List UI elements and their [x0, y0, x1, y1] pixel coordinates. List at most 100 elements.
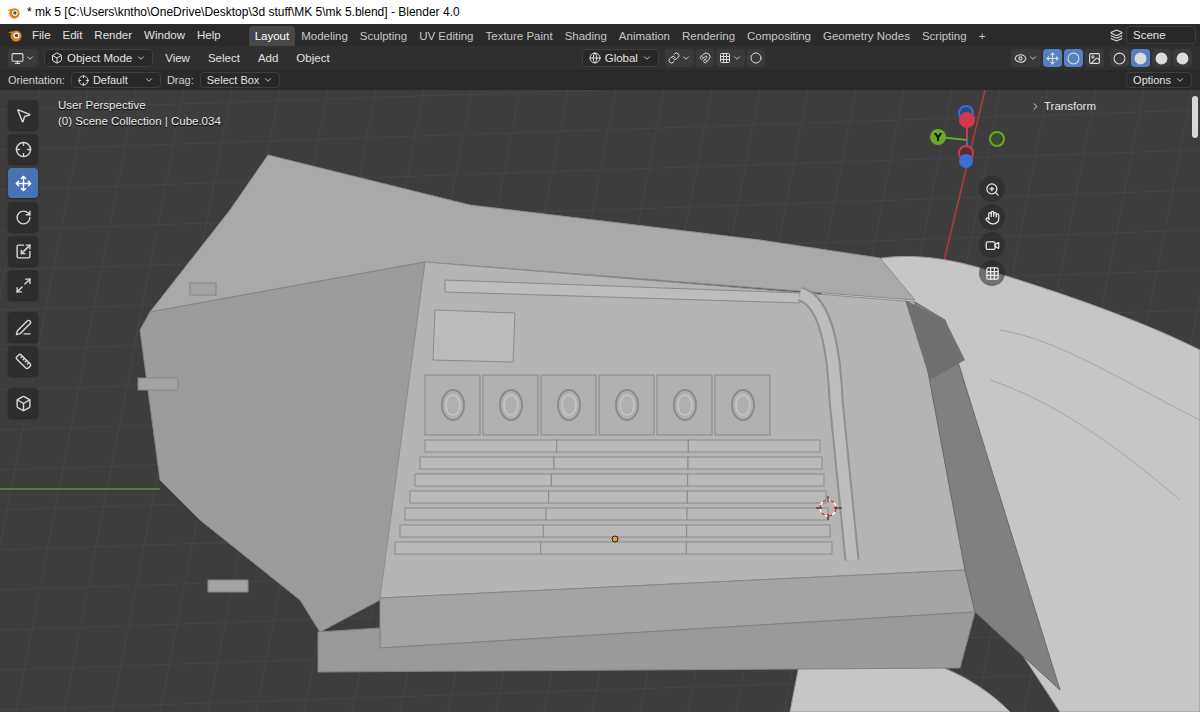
3d-viewport[interactable]: User Perspective(0) Scene Collection | C…	[0, 90, 1200, 712]
transform-panel-header[interactable]: Transform	[1026, 98, 1100, 114]
chevron-down-icon	[732, 53, 742, 63]
overlay-group	[1011, 49, 1104, 67]
header-menu-item[interactable]: Select	[202, 47, 246, 69]
mode-dropdown[interactable]: Object Mode	[44, 49, 153, 67]
workspace-tab[interactable]: Modeling	[295, 26, 354, 46]
visibility-button[interactable]	[1011, 49, 1041, 67]
navigation-buttons	[979, 176, 1005, 286]
workspace-tab[interactable]: UV Editing	[413, 26, 479, 46]
chevron-down-icon	[642, 53, 652, 63]
cursor-icon	[15, 141, 32, 158]
drag-dropdown[interactable]: Select Box	[200, 72, 281, 88]
snap-target-button[interactable]	[716, 49, 745, 67]
overlays-toggle-button[interactable]	[1064, 49, 1083, 67]
blender-logo-icon	[7, 27, 23, 43]
main-menu: FileEditRenderWindowHelp	[4, 24, 227, 46]
nav-button[interactable]	[979, 232, 1005, 258]
xray-button[interactable]	[1085, 49, 1104, 67]
tool-button[interactable]	[8, 346, 38, 376]
tool-button[interactable]	[8, 312, 38, 342]
tool-button[interactable]	[8, 134, 38, 164]
workspace-tab[interactable]: Scripting	[916, 26, 973, 46]
chevron-down-icon	[144, 75, 154, 85]
editor-type-button[interactable]	[8, 49, 38, 67]
workspace-tab[interactable]: Texture Paint	[480, 26, 559, 46]
shading-button[interactable]	[1110, 49, 1129, 67]
header-menu-item[interactable]: Add	[252, 47, 284, 69]
material-shading-icon	[1155, 52, 1168, 65]
menu-item[interactable]: Help	[191, 24, 227, 46]
tool-button[interactable]	[8, 270, 38, 300]
tool-button[interactable]	[8, 236, 38, 266]
workspace-tabs: LayoutModelingSculptingUV EditingTexture…	[249, 24, 992, 46]
scene-render[interactable]	[0, 90, 1200, 712]
editor-type-icon	[11, 52, 24, 65]
view-name: User Perspective	[58, 99, 221, 111]
chevron-down-icon	[681, 53, 691, 63]
workspace-tab[interactable]: Geometry Nodes	[817, 26, 916, 46]
wireframe-shading-icon	[1113, 52, 1126, 65]
options-dropdown[interactable]: Options	[1126, 72, 1192, 88]
snap-button[interactable]	[696, 49, 714, 67]
scene-browse-button[interactable]	[1107, 26, 1126, 44]
axis-y-label: Y	[933, 131, 943, 144]
menu-item[interactable]: Window	[138, 24, 191, 46]
shading-button[interactable]	[1131, 49, 1150, 67]
pivot-button[interactable]	[665, 49, 694, 67]
chevron-down-icon	[136, 53, 146, 63]
workspace-tab[interactable]: Compositing	[741, 26, 817, 46]
shading-button[interactable]	[1173, 49, 1192, 67]
menu-item[interactable]: Edit	[57, 24, 89, 46]
title-bar: * mk 5 [C:\Users\kntho\OneDrive\Desktop\…	[0, 0, 1200, 24]
sidebar-handle[interactable]	[1192, 96, 1198, 138]
camera-icon	[985, 238, 1000, 253]
chevron-right-icon	[1030, 101, 1041, 112]
viewport-header: Object Mode View Select Add Object Global	[0, 46, 1200, 70]
blender-menu-button[interactable]	[4, 26, 26, 44]
nav-button[interactable]	[979, 176, 1005, 202]
workspace-tab[interactable]: Animation	[613, 26, 676, 46]
scale-icon	[15, 243, 32, 260]
axis-neg-y-icon[interactable]	[990, 132, 1004, 146]
navigation-gizmo[interactable]: Y	[925, 104, 1007, 176]
move-icon	[15, 175, 32, 192]
tool-button[interactable]	[8, 388, 38, 418]
rendered-shading-icon	[1176, 52, 1189, 65]
zoom-icon	[985, 182, 1000, 197]
scene-field[interactable]: Scene	[1126, 26, 1196, 44]
nav-button[interactable]	[979, 260, 1005, 286]
chevron-down-icon	[1175, 75, 1185, 85]
top-bar: FileEditRenderWindowHelpLayoutModelingSc…	[0, 24, 1200, 46]
proportional-button[interactable]	[747, 49, 765, 67]
overlays-icon	[1067, 52, 1080, 65]
rotate-icon	[15, 209, 32, 226]
select-box-icon	[15, 107, 32, 124]
pan-icon	[985, 210, 1000, 225]
viewport-info: User Perspective(0) Scene Collection | C…	[58, 99, 221, 127]
axis-y-icon[interactable]	[930, 129, 946, 145]
scene-selector: Scene	[1107, 24, 1196, 46]
transform-orientation-dropdown[interactable]: Global	[582, 49, 659, 67]
gizmo-toggle-button[interactable]	[1043, 49, 1062, 67]
workspace-tab[interactable]: Rendering	[676, 26, 741, 46]
shading-button[interactable]	[1152, 49, 1171, 67]
chevron-down-icon	[25, 53, 35, 63]
menu-item[interactable]: Render	[88, 24, 138, 46]
chevron-down-icon	[263, 75, 273, 85]
workspace-tab[interactable]: Layout	[249, 26, 296, 46]
orientation-dropdown[interactable]: Default	[71, 72, 161, 88]
tool-button[interactable]	[8, 100, 38, 130]
tool-button[interactable]	[8, 168, 38, 198]
axis-x-icon[interactable]	[959, 112, 975, 128]
workspace-tab[interactable]: Sculpting	[354, 26, 413, 46]
axis-z-icon[interactable]	[959, 154, 973, 168]
tool-button[interactable]	[8, 202, 38, 232]
workspace-tab[interactable]: Shading	[559, 26, 613, 46]
header-menu-item[interactable]: View	[159, 47, 196, 69]
header-menu-item[interactable]: Object	[290, 47, 335, 69]
nav-button[interactable]	[979, 204, 1005, 230]
add-cube-icon	[15, 395, 32, 412]
add-workspace-button[interactable]: +	[973, 26, 992, 46]
menu-item[interactable]: File	[26, 24, 57, 46]
drag-label: Drag:	[167, 74, 194, 86]
